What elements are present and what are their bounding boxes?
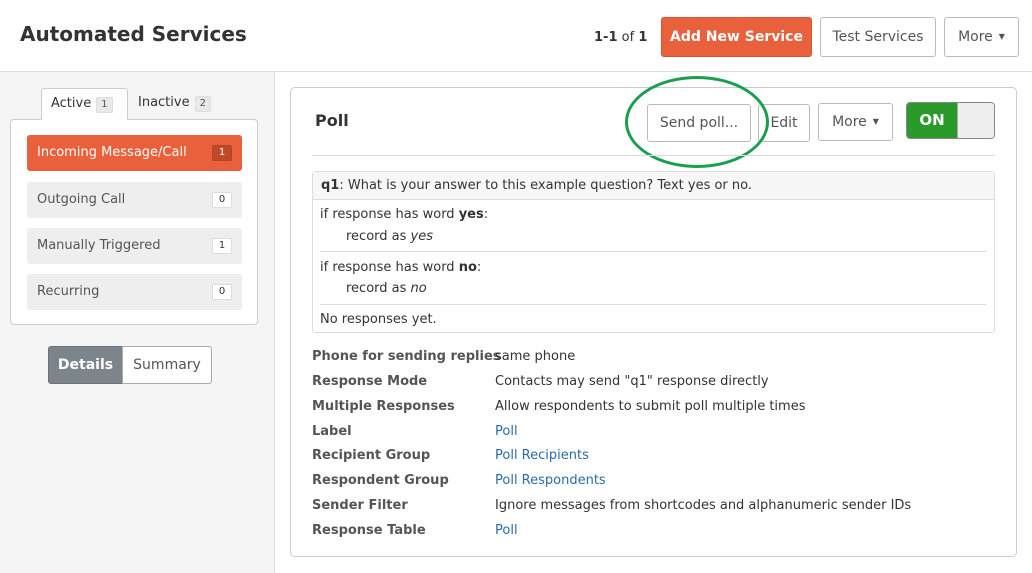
rule-action: record as yes xyxy=(346,229,433,244)
category-incoming[interactable]: Incoming Message/Call 1 xyxy=(27,135,242,171)
header-more-label: More xyxy=(958,29,993,45)
rule-action-text: record as xyxy=(346,281,411,296)
detail-value: same phone xyxy=(495,349,576,364)
tab-active[interactable]: Active 1 xyxy=(41,88,128,120)
tab-inactive-count: 2 xyxy=(194,96,211,112)
rule-suffix: : xyxy=(483,207,489,222)
pager-total: 1 xyxy=(638,30,648,45)
service-more-button[interactable]: More ▼ xyxy=(818,103,893,141)
category-label: Recurring xyxy=(37,284,100,299)
tab-active-count: 1 xyxy=(96,97,113,113)
tab-inactive-label: Inactive xyxy=(138,95,190,110)
category-recurring[interactable]: Recurring 0 xyxy=(27,274,242,310)
question-header: q1: What is your answer to this example … xyxy=(313,172,994,200)
test-services-label: Test Services xyxy=(832,29,924,45)
pager-range: 1-1 xyxy=(594,30,618,45)
pager: 1-1 of 1 xyxy=(594,30,647,45)
rule-condition: if response has word yes: xyxy=(320,207,488,222)
toggle-on-label: ON xyxy=(907,103,957,138)
rule-action-text: record as xyxy=(346,229,411,244)
detail-label: Sender Filter xyxy=(312,498,408,513)
summary-view-button[interactable]: Summary xyxy=(122,346,212,384)
detail-label: Recipient Group xyxy=(312,448,431,463)
tab-inactive[interactable]: Inactive 2 xyxy=(129,88,221,120)
header-more-button[interactable]: More ▼ xyxy=(944,17,1019,57)
details-view-button[interactable]: Details xyxy=(48,346,123,384)
caret-down-icon: ▼ xyxy=(998,32,1005,41)
label-link[interactable]: Poll xyxy=(495,424,518,439)
category-count: 0 xyxy=(212,192,232,208)
detail-label: Respondent Group xyxy=(312,473,449,488)
service-more-label: More xyxy=(832,114,867,130)
rule-value: no xyxy=(410,281,427,296)
tab-active-label: Active xyxy=(51,96,92,111)
category-label: Incoming Message/Call xyxy=(37,145,187,160)
rule-condition: if response has word no: xyxy=(320,260,481,275)
rule-value: yes xyxy=(410,229,433,244)
test-services-button[interactable]: Test Services xyxy=(820,17,936,57)
rule-separator xyxy=(320,304,986,305)
recipient-group-link[interactable]: Poll Recipients xyxy=(495,448,589,463)
rule-prefix: if response has word xyxy=(320,260,459,275)
detail-label: Phone for sending replies xyxy=(312,349,501,364)
response-table-link[interactable]: Poll xyxy=(495,523,518,538)
detail-value: Allow respondents to submit poll multipl… xyxy=(495,399,806,414)
question-id: q1 xyxy=(321,178,340,193)
category-list: Incoming Message/Call 1 Outgoing Call 0 … xyxy=(10,119,258,325)
respondent-group-link[interactable]: Poll Respondents xyxy=(495,473,606,488)
rule-suffix: : xyxy=(476,260,482,275)
caret-down-icon: ▼ xyxy=(872,117,879,126)
add-new-service-label: Add New Service xyxy=(670,29,803,45)
page-header: Automated Services 1-1 of 1 Add New Serv… xyxy=(0,0,1032,72)
detail-value: Contacts may send "q1" response directly xyxy=(495,374,769,389)
rule-prefix: if response has word xyxy=(320,207,459,222)
category-count: 0 xyxy=(212,284,232,300)
detail-label: Response Table xyxy=(312,523,426,538)
service-title: Poll xyxy=(315,111,349,130)
detail-value: Ignore messages from shortcodes and alph… xyxy=(495,498,912,513)
category-count: 1 xyxy=(212,238,232,254)
category-label: Outgoing Call xyxy=(37,192,126,207)
page-title: Automated Services xyxy=(20,22,247,46)
service-active-toggle[interactable]: ON xyxy=(906,102,995,139)
rule-word: no xyxy=(458,260,477,275)
no-responses-text: No responses yet. xyxy=(320,312,437,327)
pager-of: of xyxy=(621,30,635,45)
toggle-knob xyxy=(957,103,994,138)
category-label: Manually Triggered xyxy=(37,238,161,253)
category-manual[interactable]: Manually Triggered 1 xyxy=(27,228,242,264)
detail-label: Label xyxy=(312,424,352,439)
detail-label: Response Mode xyxy=(312,374,428,389)
detail-label: Multiple Responses xyxy=(312,399,455,414)
question-text: : What is your answer to this example qu… xyxy=(339,178,752,193)
category-count: 1 xyxy=(212,145,232,161)
add-new-service-button[interactable]: Add New Service xyxy=(661,17,812,57)
card-divider xyxy=(312,155,995,156)
rule-word: yes xyxy=(458,207,484,222)
category-outgoing[interactable]: Outgoing Call 0 xyxy=(27,182,242,218)
rule-action: record as no xyxy=(346,281,427,296)
rule-separator xyxy=(320,251,986,252)
